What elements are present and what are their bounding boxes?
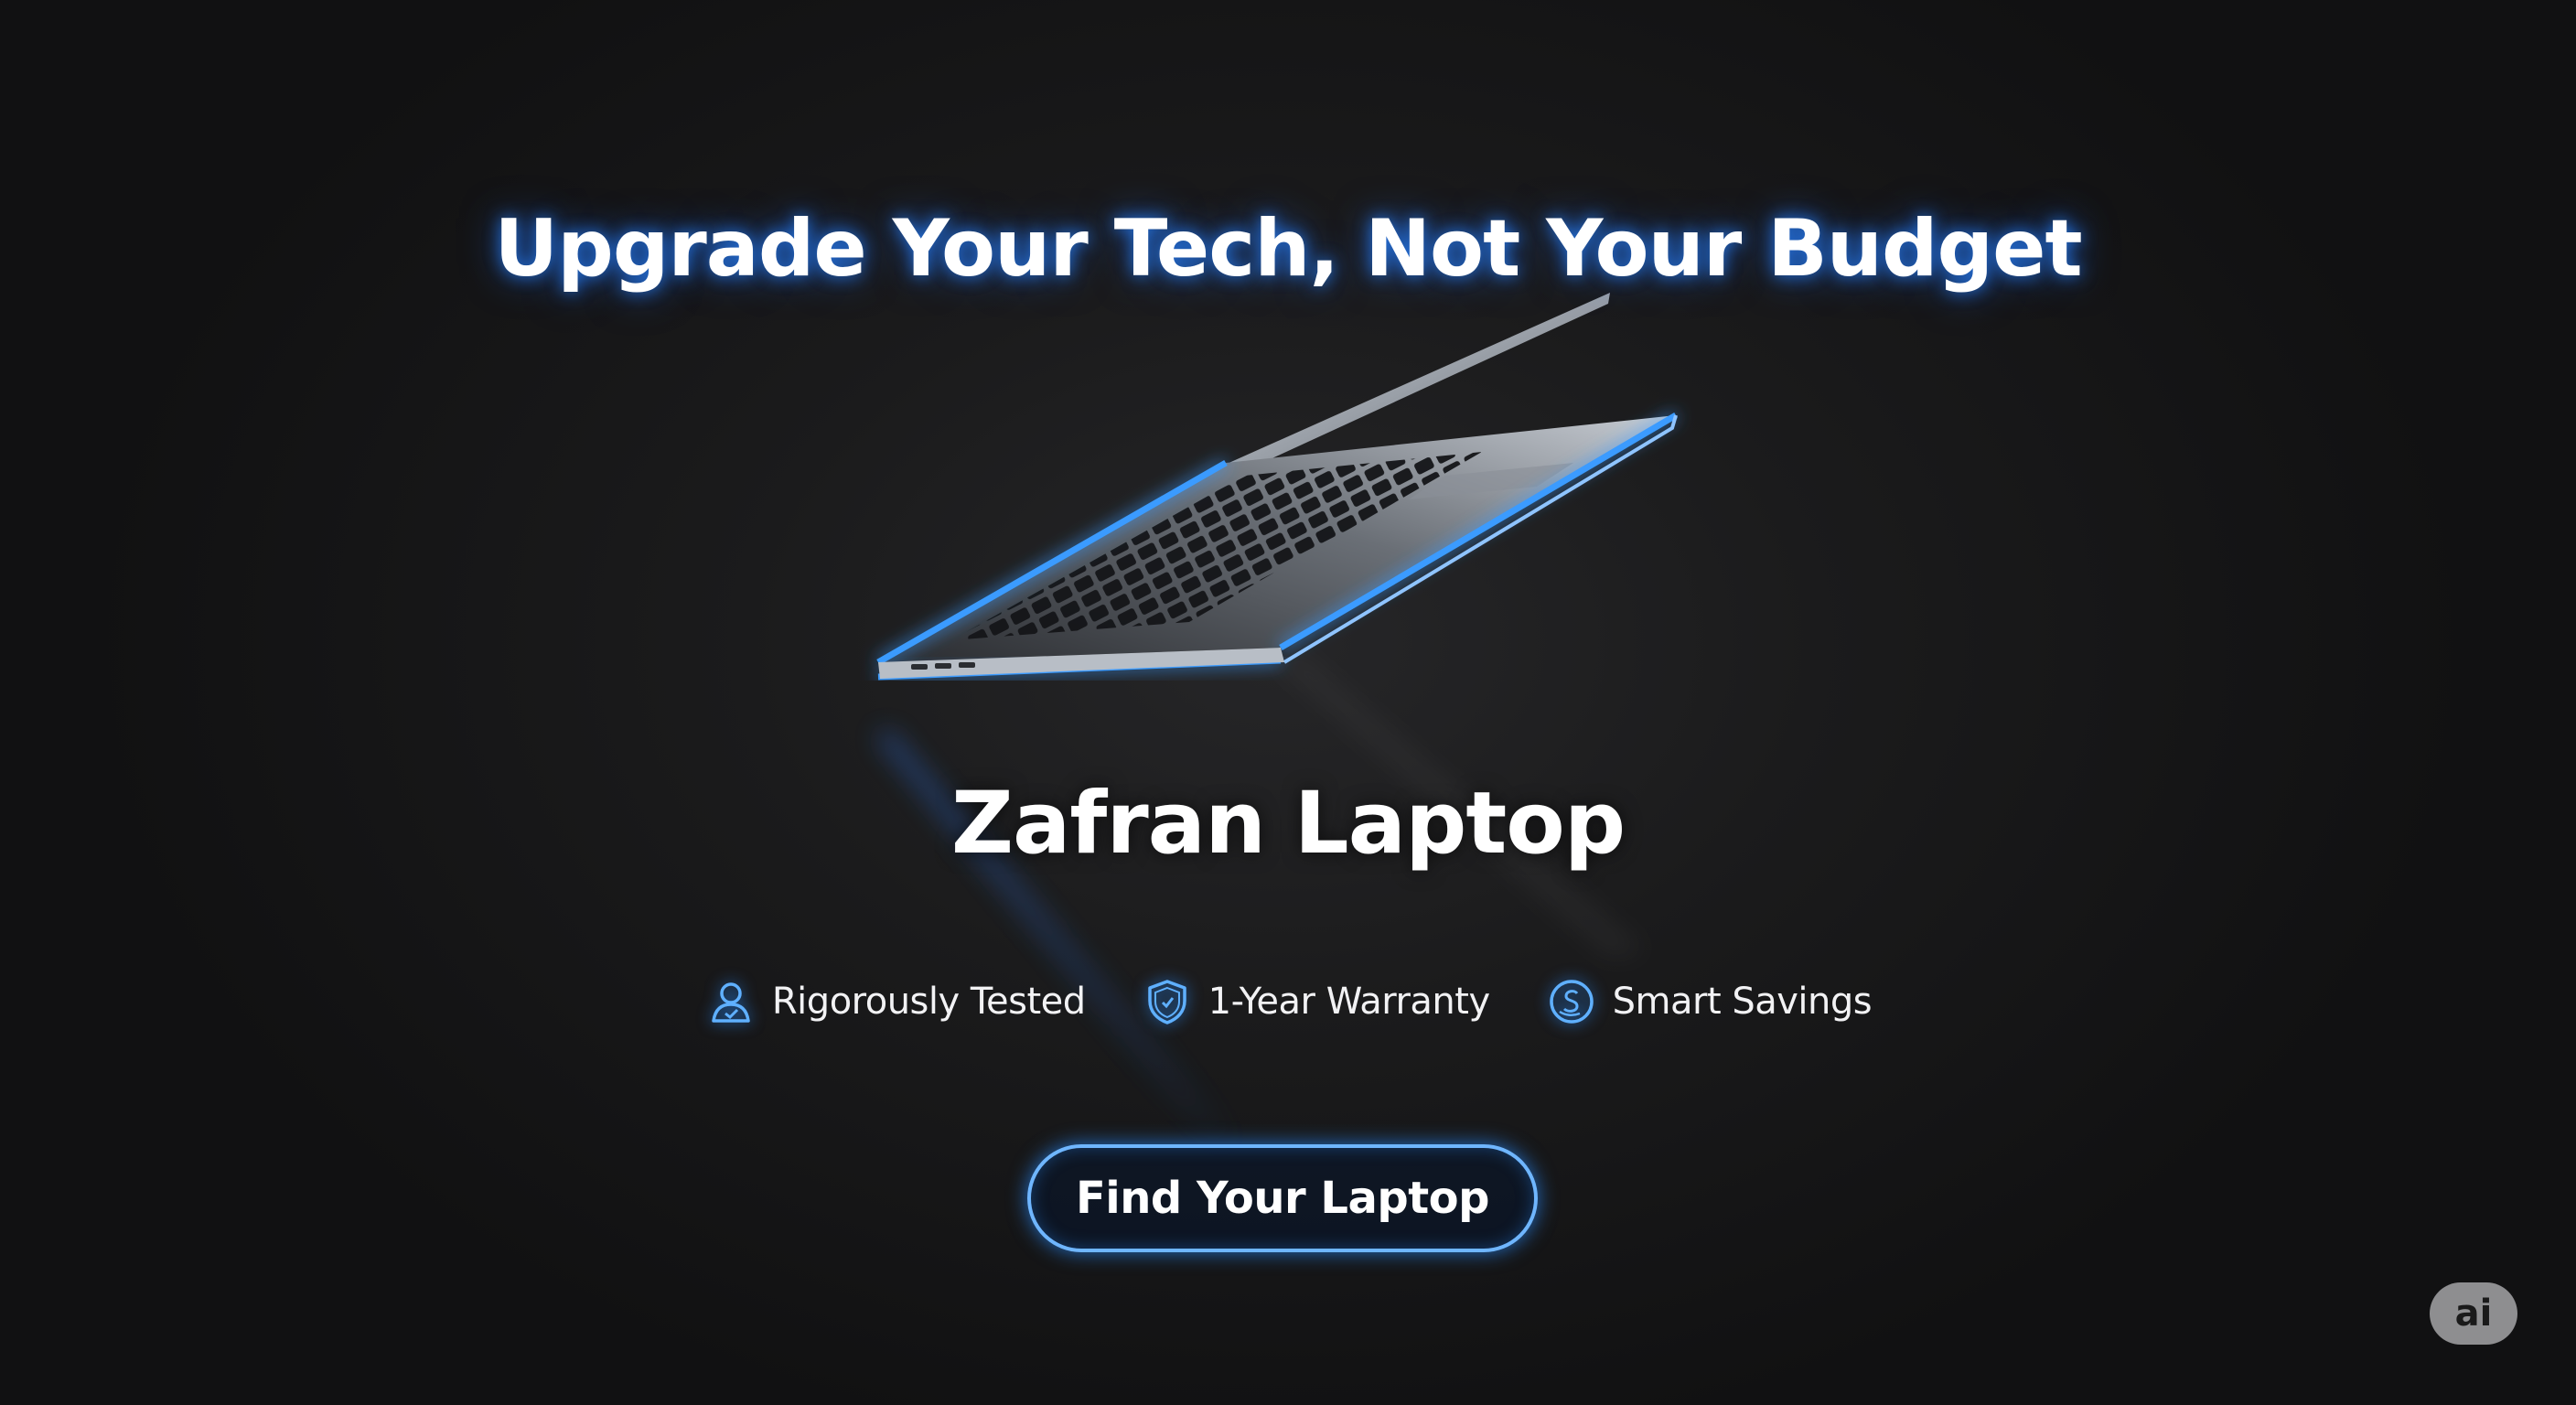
- feature-rigorously-tested: Rigorously Tested: [704, 975, 1086, 1028]
- hero-page: Upgrade Your Tech, Not Your Budget Zafra…: [0, 0, 2576, 1405]
- feature-smart-savings: Smart Savings: [1545, 975, 1873, 1028]
- feature-label: 1-Year Warranty: [1208, 981, 1490, 1023]
- product-name: Zafran Laptop: [950, 774, 1626, 874]
- feature-label: Smart Savings: [1612, 981, 1873, 1023]
- feature-list: Rigorously Tested 1-Year Warranty Smart …: [0, 975, 2576, 1028]
- feature-warranty: 1-Year Warranty: [1141, 975, 1490, 1028]
- user-check-icon: [704, 975, 757, 1028]
- page-title: Upgrade Your Tech, Not Your Budget: [494, 203, 2082, 295]
- shield-icon: [1141, 975, 1194, 1028]
- savings-icon: [1545, 975, 1598, 1028]
- feature-label: Rigorously Tested: [771, 981, 1086, 1023]
- find-laptop-button[interactable]: Find Your Laptop: [1027, 1144, 1538, 1252]
- ai-badge: ai: [2430, 1282, 2517, 1345]
